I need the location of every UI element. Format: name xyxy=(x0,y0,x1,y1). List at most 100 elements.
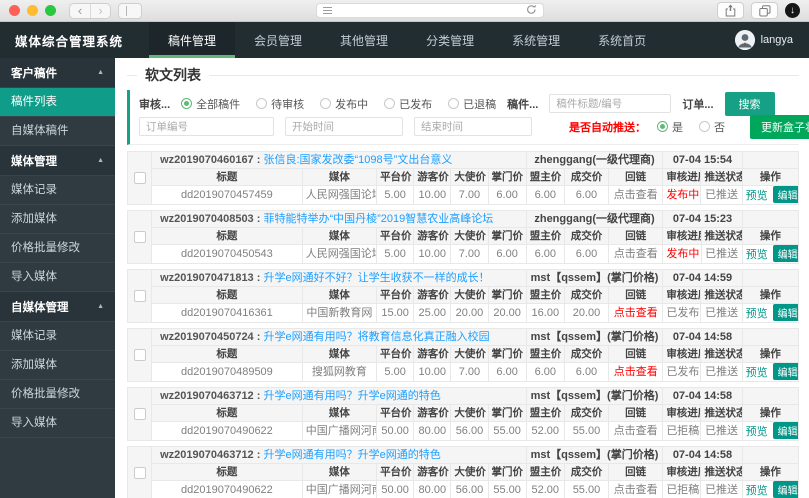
edit-button[interactable]: 编辑 xyxy=(772,363,798,380)
review-status-radio[interactable]: 已退稿 xyxy=(448,96,496,112)
article-group: wz2019070463712 : 升学e网通有用吗？升学e网通的特色 mst【q… xyxy=(126,446,800,498)
column-header: 推送状态 xyxy=(700,345,743,363)
price-value: 5.00 xyxy=(376,244,415,264)
nav-item[interactable]: 其他管理 xyxy=(321,22,407,58)
search-button[interactable]: 搜索 xyxy=(724,91,775,116)
column-header: 盟主价 xyxy=(525,168,565,186)
download-icon[interactable]: ↓ xyxy=(785,3,800,18)
sidebar-item[interactable]: 自媒体稿件 xyxy=(0,117,115,146)
article-title-input[interactable] xyxy=(549,94,672,113)
nav-item[interactable]: 分类管理 xyxy=(407,22,493,58)
column-header: 回链 xyxy=(608,286,664,304)
row-checkbox[interactable] xyxy=(133,230,146,243)
preview-link[interactable]: 预览 xyxy=(746,190,768,202)
update-box-status-button[interactable]: 更新盒子状态 xyxy=(750,114,809,139)
view-link[interactable]: 点击查看 xyxy=(608,303,664,323)
preview-link[interactable]: 预览 xyxy=(746,485,768,497)
refresh-icon[interactable] xyxy=(526,2,537,20)
preview-link[interactable]: 预览 xyxy=(746,367,768,379)
sidebar-section-header[interactable]: 媒体管理 ▲ xyxy=(0,146,115,176)
sidebar-item[interactable]: 媒体记录 xyxy=(0,322,115,351)
column-header: 成交价 xyxy=(563,168,610,186)
sidebar-section-header[interactable]: 客户稿件 ▲ xyxy=(0,58,115,88)
share-icon[interactable] xyxy=(717,2,744,19)
close-icon[interactable] xyxy=(9,5,20,16)
sidebar-section-header[interactable]: 自媒体管理 ▲ xyxy=(0,292,115,322)
row-checkbox[interactable] xyxy=(133,466,146,479)
radio-icon xyxy=(699,121,710,132)
article-title-link[interactable]: 张信良:国家发改委“1098号”文出台意义 xyxy=(263,154,452,166)
edit-button[interactable]: 编辑 xyxy=(772,422,798,439)
nav-item[interactable]: 稿件管理 xyxy=(149,22,236,58)
price-value: 7.00 xyxy=(450,362,489,382)
view-link[interactable]: 点击查看 xyxy=(608,244,664,264)
agent-name: zhenggang(一级代理商) xyxy=(525,151,664,169)
media-name: 人民网强国论坛 xyxy=(301,244,378,264)
article-title-link[interactable]: 升学e网通好不好？让学生收获不一样的成长！ xyxy=(263,272,489,284)
edit-button[interactable]: 编辑 xyxy=(772,304,798,321)
preview-link[interactable]: 预览 xyxy=(746,249,768,261)
edit-button[interactable]: 编辑 xyxy=(772,245,798,262)
user-menu[interactable]: langya xyxy=(734,22,809,58)
sidebar-item[interactable]: 添加媒体 xyxy=(0,351,115,380)
nav-item[interactable]: 系统管理 xyxy=(493,22,579,58)
forward-icon[interactable]: › xyxy=(90,3,110,18)
sidebar-item[interactable]: 媒体记录 xyxy=(0,176,115,205)
column-header: 成交价 xyxy=(563,286,610,304)
radio-label: 否 xyxy=(714,121,725,134)
column-header: 盟主价 xyxy=(525,227,565,245)
sidebar-item[interactable]: 导入媒体 xyxy=(0,409,115,438)
sidebar-item[interactable]: 导入媒体 xyxy=(0,263,115,292)
media-name: 搜狐网教育 xyxy=(301,362,378,382)
tabs-icon[interactable] xyxy=(751,2,778,19)
row-checkbox[interactable] xyxy=(133,289,146,302)
edit-button[interactable]: 编辑 xyxy=(772,481,798,498)
auto-push-radio[interactable]: 是 xyxy=(657,119,683,135)
article-title-link[interactable]: 升学e网通有用吗？将教育信息化真正融入校园 xyxy=(263,331,489,343)
end-time-input[interactable] xyxy=(414,117,532,136)
start-time-input[interactable] xyxy=(285,117,403,136)
order-no-input[interactable] xyxy=(139,117,274,136)
article-title-link[interactable]: 升学e网通有用吗？升学e网通的特色 xyxy=(263,449,440,461)
sidebar-item[interactable]: 添加媒体 xyxy=(0,205,115,234)
price-value: 80.00 xyxy=(413,421,452,441)
agent-name: mst【qssem】(掌门价格) xyxy=(525,328,664,346)
edit-button[interactable]: 编辑 xyxy=(772,186,798,203)
column-header: 平台价 xyxy=(376,286,415,304)
address-bar[interactable] xyxy=(315,2,544,20)
view-link[interactable]: 点击查看 xyxy=(608,421,664,441)
maximize-icon[interactable] xyxy=(45,5,56,16)
nav-item[interactable]: 会员管理 xyxy=(235,22,321,58)
column-header: 审核进度 xyxy=(662,168,702,186)
review-status-radio[interactable]: 全部稿件 xyxy=(181,96,240,112)
review-status-radio[interactable]: 已发布 xyxy=(384,96,432,112)
preview-link[interactable]: 预览 xyxy=(746,426,768,438)
row-checkbox[interactable] xyxy=(133,348,146,361)
minimize-icon[interactable] xyxy=(27,5,38,16)
article-title-link[interactable]: 菲特能特举办“中国丹棱”2019智慧农业高峰论坛 xyxy=(263,213,493,225)
row-checkbox[interactable] xyxy=(133,407,146,420)
review-status-radio[interactable]: 发布中 xyxy=(320,96,368,112)
view-link[interactable]: 点击查看 xyxy=(608,480,664,498)
review-status: 已拒稿 xyxy=(662,421,702,441)
view-link[interactable]: 点击查看 xyxy=(608,185,664,205)
sidebar-toggle-icon[interactable] xyxy=(118,2,142,19)
auto-push-radio[interactable]: 否 xyxy=(699,119,725,135)
nav-item[interactable]: 系统首页 xyxy=(579,22,665,58)
article-header: wz2019070471813 : 升学e网通好不好？让学生收获不一样的成长！ xyxy=(151,269,527,287)
article-group: wz2019070463712 : 升学e网通有用吗？升学e网通的特色 mst【q… xyxy=(126,387,800,441)
sidebar-item[interactable]: 价格批量修改 xyxy=(0,380,115,409)
preview-link[interactable]: 预览 xyxy=(746,308,768,320)
reader-mode-icon[interactable] xyxy=(322,7,332,14)
media-name: 中国广播网河南 xyxy=(301,480,378,498)
column-header: 大使价 xyxy=(450,345,489,363)
column-header: 盟主价 xyxy=(525,463,565,481)
back-icon[interactable]: ‹ xyxy=(70,4,90,18)
row-checkbox[interactable] xyxy=(133,171,146,184)
view-link[interactable]: 点击查看 xyxy=(608,362,664,382)
sidebar-item[interactable]: 稿件列表 xyxy=(0,88,115,117)
article-title-link[interactable]: 升学e网通有用吗？升学e网通的特色 xyxy=(263,390,440,402)
review-status-radio[interactable]: 待审核 xyxy=(256,96,304,112)
sidebar-item[interactable]: 价格批量修改 xyxy=(0,234,115,263)
row-checkbox-cell xyxy=(126,328,153,382)
